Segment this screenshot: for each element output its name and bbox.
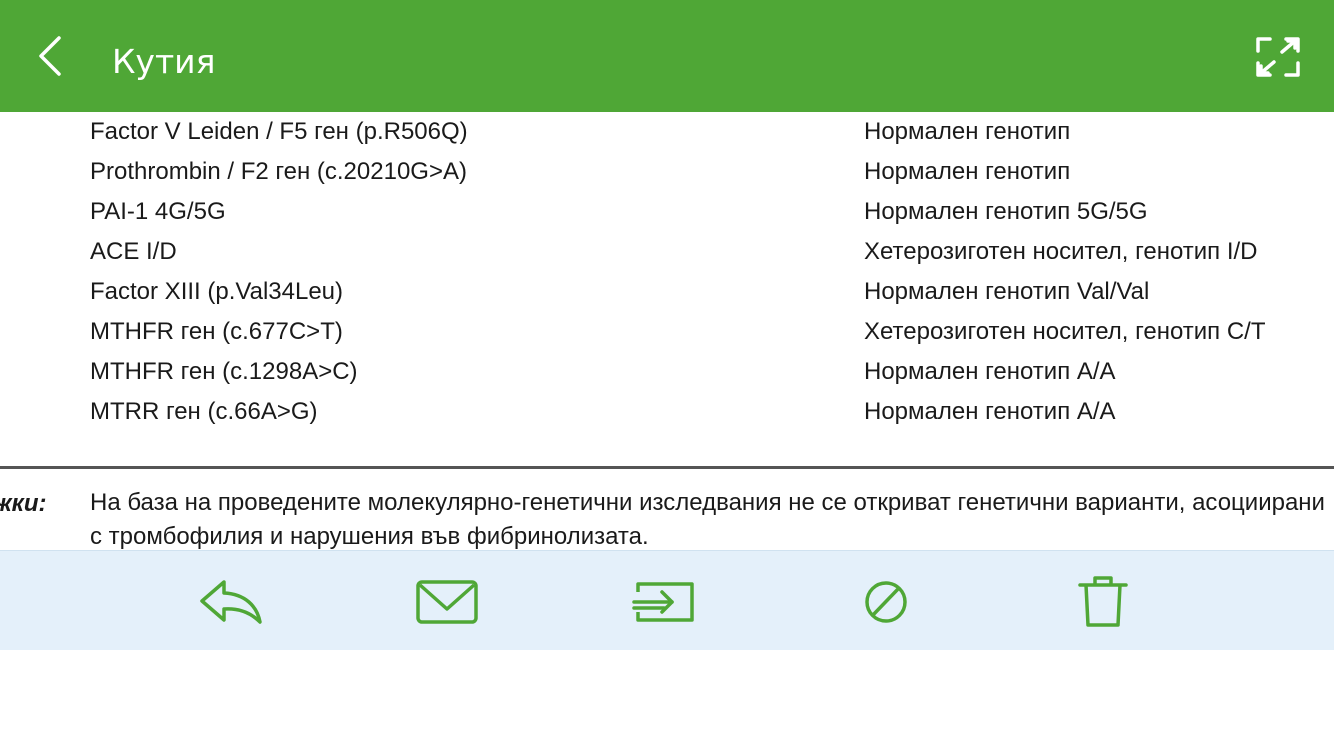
chevron-left-icon	[39, 36, 61, 76]
test-name: Factor XIII (p.Val34Leu)	[90, 278, 344, 305]
mail-icon	[416, 580, 478, 624]
test-result: Нормален генотип A/A	[864, 358, 1116, 385]
block-icon	[865, 581, 907, 623]
delete-button[interactable]	[1068, 571, 1138, 633]
test-result: Нормален генотип Val/Val	[864, 278, 1150, 305]
mail-button[interactable]	[412, 571, 482, 633]
test-result: Нормален генотип	[864, 158, 1071, 185]
test-result: Нормален генотип	[864, 118, 1071, 145]
test-name: Factor V Leiden / F5 ген (p.R506Q)	[90, 118, 468, 145]
expand-icon	[1256, 37, 1300, 77]
block-button[interactable]	[851, 571, 921, 633]
test-name: Prothrombin / F2 ген (c.20210G>A)	[90, 158, 467, 185]
back-button[interactable]	[22, 26, 78, 86]
test-name: ACE I/D	[90, 238, 177, 265]
section-divider	[0, 466, 1334, 469]
test-name: MTHFR ген (c.1298A>C)	[90, 358, 358, 385]
page-title: Кутия	[112, 42, 216, 81]
test-name: MTHFR ген (c.677C>T)	[90, 318, 343, 345]
table-row: Factor XIII (p.Val34Leu) Нормален геноти…	[0, 272, 1334, 312]
test-result: Хетерозиготен носител, генотип C/T	[864, 318, 1266, 345]
message-toolbar	[0, 550, 1334, 650]
expand-button[interactable]	[1248, 28, 1308, 86]
table-row: MTRR ген (c.66A>G) Нормален генотип A/A	[0, 392, 1334, 432]
test-name: MTRR ген (c.66A>G)	[90, 398, 318, 425]
notes-label: жки:	[0, 490, 47, 517]
notes-text: На база на проведените молекулярно-генет…	[90, 489, 1325, 550]
document-viewer[interactable]: Factor V Leiden / F5 ген (p.R506Q) Норма…	[0, 112, 1334, 550]
table-row: MTHFR ген (c.1298A>C) Нормален генотип A…	[0, 352, 1334, 392]
table-row: Factor V Leiden / F5 ген (p.R506Q) Норма…	[0, 112, 1334, 152]
move-button[interactable]	[630, 571, 700, 633]
table-row: ACE I/D Хетерозиготен носител, генотип I…	[0, 232, 1334, 272]
test-result: Хетерозиготен носител, генотип I/D	[864, 238, 1258, 265]
reply-button[interactable]	[197, 571, 267, 633]
reply-icon	[200, 580, 262, 624]
table-row: MTHFR ген (c.677C>T) Хетерозиготен носит…	[0, 312, 1334, 352]
app-header: Кутия	[0, 0, 1334, 112]
trash-icon	[1078, 576, 1128, 627]
table-row: PAI-1 4G/5G Нормален генотип 5G/5G	[0, 192, 1334, 232]
move-to-folder-icon	[632, 582, 694, 622]
test-result: Нормален генотип 5G/5G	[864, 198, 1148, 225]
test-result: Нормален генотип A/A	[864, 398, 1116, 425]
table-row: Prothrombin / F2 ген (c.20210G>A) Нормал…	[0, 152, 1334, 192]
test-name: PAI-1 4G/5G	[90, 198, 226, 225]
